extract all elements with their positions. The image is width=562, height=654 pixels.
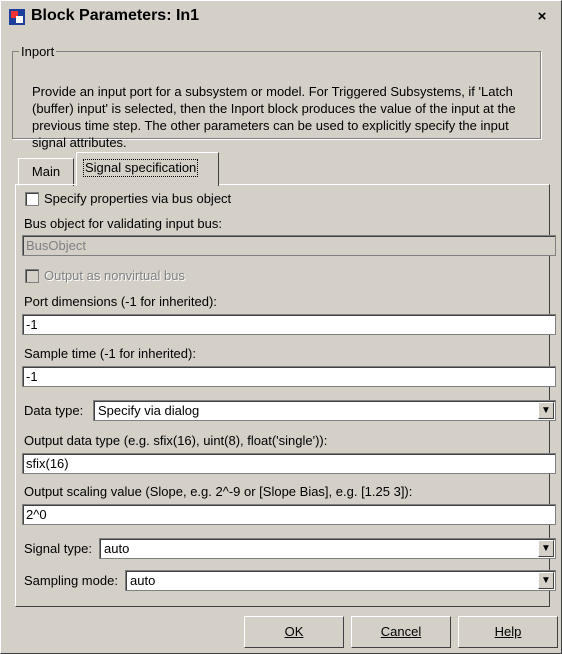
tab-signal-specification[interactable]: Signal specification [76, 152, 219, 186]
cancel-button[interactable]: Cancel [351, 616, 451, 648]
bus-object-label: Bus object for validating input bus: [24, 216, 223, 231]
data-type-select[interactable]: Specify via dialog ▼ [93, 400, 556, 421]
data-type-value: Specify via dialog [98, 403, 200, 418]
data-type-label: Data type: [24, 403, 84, 418]
signal-type-value: auto [104, 541, 130, 556]
sample-time-input[interactable]: -1 [22, 366, 556, 387]
chevron-down-icon[interactable]: ▼ [538, 572, 554, 589]
tab-main[interactable]: Main [18, 158, 74, 186]
sample-time-label: Sample time (-1 for inherited): [24, 346, 196, 361]
port-dimensions-input[interactable]: -1 [22, 314, 556, 335]
output-data-type-label: Output data type (e.g. sfix(16), uint(8)… [24, 433, 328, 448]
group-description: Provide an input port for a subsystem or… [32, 84, 516, 150]
ok-button[interactable]: OK [244, 616, 344, 648]
port-dimensions-label: Port dimensions (-1 for inherited): [24, 294, 217, 309]
group-legend: Inport [21, 44, 55, 59]
nonvirtual-bus-checkbox[interactable] [25, 269, 39, 283]
signal-type-select[interactable]: auto ▼ [99, 538, 556, 559]
ok-label: OK [284, 624, 304, 639]
chevron-down-icon[interactable]: ▼ [538, 402, 554, 419]
output-scaling-input[interactable]: 2^0 [22, 504, 556, 525]
signal-type-label: Signal type: [24, 541, 92, 556]
simulink-block-icon [9, 9, 25, 25]
sampling-mode-label: Sampling mode: [24, 573, 118, 588]
tab-signal-specification-label: Signal specification [83, 159, 199, 177]
specify-bus-label: Specify properties via bus object [44, 191, 232, 206]
cancel-label: Cancel [380, 624, 422, 639]
help-button[interactable]: Help [458, 616, 558, 648]
specify-bus-checkbox[interactable] [25, 192, 39, 206]
sampling-mode-select[interactable]: auto ▼ [125, 570, 556, 591]
window-title: Block Parameters: In1 [31, 7, 200, 24]
help-label: Help [494, 624, 522, 639]
output-data-type-input[interactable]: sfix(16) [22, 453, 556, 474]
bus-object-field[interactable]: BusObject [22, 235, 556, 256]
chevron-down-icon[interactable]: ▼ [538, 540, 554, 557]
inport-group: Inport Provide an input port for a subsy… [12, 44, 541, 150]
nonvirtual-bus-label: Output as nonvirtual bus [44, 268, 185, 283]
output-scaling-label: Output scaling value (Slope, e.g. 2^-9 o… [24, 484, 413, 499]
dialog-window: Block Parameters: In1 × Inport Provide a… [0, 0, 562, 654]
sampling-mode-value: auto [130, 573, 156, 588]
title-bar[interactable]: Block Parameters: In1 × [5, 4, 558, 30]
close-button[interactable]: × [532, 7, 552, 26]
